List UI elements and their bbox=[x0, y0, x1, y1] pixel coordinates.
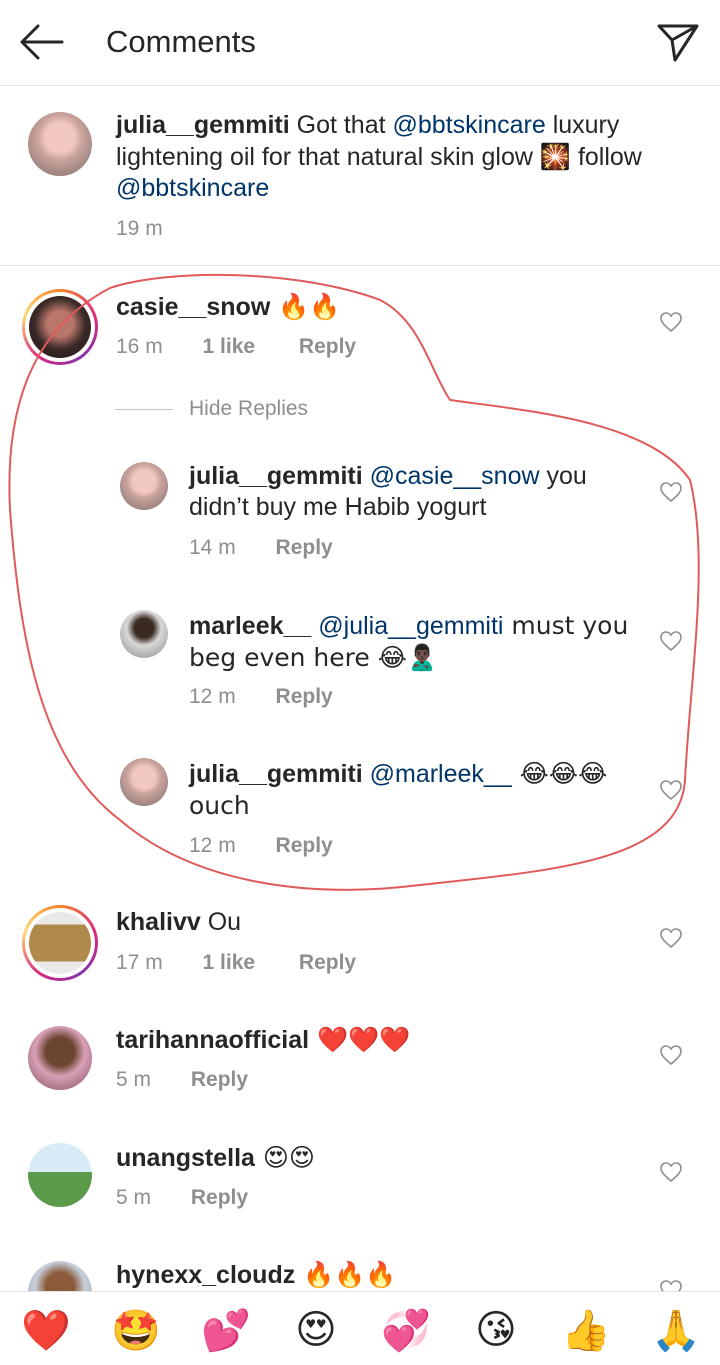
comment-username[interactable]: tarihannaofficial bbox=[116, 1026, 309, 1054]
comment-username[interactable]: unangstella bbox=[116, 1144, 255, 1172]
comment-meta: 5 m Reply bbox=[116, 1186, 249, 1210]
comment-text: tarihannaofficial ❤️❤️❤️ bbox=[116, 1025, 411, 1054]
page-title: Comments bbox=[106, 24, 256, 59]
comment-meta: 16 m 1 like Reply bbox=[116, 335, 357, 359]
avatar bbox=[29, 296, 91, 358]
comment-text: khalivv Ou bbox=[116, 908, 242, 936]
reply-username[interactable]: julia__gemmiti bbox=[189, 760, 363, 788]
top-bar: Comments bbox=[0, 0, 720, 86]
heart-icon[interactable] bbox=[659, 926, 683, 950]
reply-button[interactable]: Reply bbox=[276, 834, 333, 858]
heart-icon[interactable] bbox=[659, 629, 683, 653]
comment-text: hynexx_cloudz 🔥🔥🔥 bbox=[116, 1260, 397, 1289]
avatar[interactable] bbox=[120, 462, 168, 510]
comment-text: casie__snow 🔥🔥 bbox=[116, 292, 341, 321]
avatar[interactable] bbox=[28, 112, 92, 176]
comment-meta: 17 m 1 like Reply bbox=[116, 951, 357, 975]
thumbs-up-emoji-button[interactable]: 👍 bbox=[558, 1302, 614, 1358]
post-caption: julia__gemmiti Got that @bbtskincare lux… bbox=[0, 86, 720, 266]
likes-count[interactable]: 1 like bbox=[203, 951, 256, 975]
caption-text: julia__gemmiti Got that @bbtskincare lux… bbox=[116, 111, 642, 202]
caption-username[interactable]: julia__gemmiti bbox=[116, 111, 290, 139]
direct-send-icon[interactable] bbox=[656, 20, 700, 64]
avatar[interactable] bbox=[120, 610, 168, 658]
avatar[interactable] bbox=[120, 758, 168, 806]
reply-button[interactable]: Reply bbox=[191, 1186, 248, 1210]
comment-username[interactable]: khalivv bbox=[116, 908, 201, 936]
reply-username[interactable]: marleek__ bbox=[189, 612, 311, 640]
caption-time: 19 m bbox=[116, 217, 163, 240]
kissing-face-emoji-button[interactable]: 😘 bbox=[468, 1302, 524, 1358]
comment-text: unangstella 😍😍 bbox=[116, 1143, 315, 1172]
back-arrow-icon[interactable] bbox=[18, 22, 66, 62]
heart-icon[interactable] bbox=[659, 1160, 683, 1184]
comment-username[interactable]: hynexx_cloudz bbox=[116, 1261, 295, 1289]
mention-link[interactable]: @bbtskincare bbox=[116, 174, 269, 202]
story-ring[interactable] bbox=[22, 289, 98, 365]
reply-username[interactable]: julia__gemmiti bbox=[189, 462, 363, 490]
comment-username[interactable]: casie__snow bbox=[116, 293, 270, 321]
reply-text: julia__gemmiti @casie__snow you didn’t b… bbox=[189, 462, 587, 521]
heart-icon[interactable] bbox=[659, 480, 683, 504]
mention-link[interactable]: @marleek__ bbox=[370, 760, 512, 788]
story-ring[interactable] bbox=[22, 905, 98, 981]
likes-count[interactable]: 1 like bbox=[203, 335, 256, 359]
hide-replies-button[interactable]: Hide Replies bbox=[189, 397, 308, 421]
mention-link[interactable]: @julia__gemmiti bbox=[318, 612, 503, 640]
reply-button[interactable]: Reply bbox=[191, 1068, 248, 1092]
reply-meta: 14 m Reply bbox=[189, 536, 333, 560]
avatar bbox=[29, 912, 91, 974]
avatar[interactable] bbox=[28, 1026, 92, 1090]
revolving-hearts-emoji-button[interactable]: 💞 bbox=[378, 1302, 434, 1358]
avatar[interactable] bbox=[28, 1143, 92, 1207]
mention-link[interactable]: @casie__snow bbox=[370, 462, 540, 490]
heart-icon[interactable] bbox=[659, 310, 683, 334]
reply-text: julia__gemmiti @marleek__ 😂😂😂 ouch bbox=[189, 759, 608, 820]
reply-text: marleek__ @julia__gemmiti must you beg e… bbox=[189, 611, 629, 672]
two-hearts-emoji-button[interactable]: 💕 bbox=[198, 1302, 254, 1358]
heart-eyes-emoji-button[interactable]: 😍 bbox=[288, 1302, 344, 1358]
reply-button[interactable]: Reply bbox=[299, 951, 356, 975]
reply-meta: 12 m Reply bbox=[189, 685, 333, 709]
reply-meta: 12 m Reply bbox=[189, 834, 333, 858]
quick-reactions-bar: ❤️ 🤩 💕 😍 💞 😘 👍 🙏 bbox=[0, 1291, 720, 1365]
heart-icon[interactable] bbox=[659, 1043, 683, 1067]
heart-icon[interactable] bbox=[659, 778, 683, 802]
reply-button[interactable]: Reply bbox=[299, 335, 356, 359]
fireworks-emoji: 🎇 bbox=[539, 142, 571, 171]
divider bbox=[115, 409, 173, 410]
reply-button[interactable]: Reply bbox=[276, 536, 333, 560]
reply-button[interactable]: Reply bbox=[276, 685, 333, 709]
comment-meta: 5 m Reply bbox=[116, 1068, 249, 1092]
mention-link[interactable]: @bbtskincare bbox=[393, 111, 546, 139]
star-struck-emoji-button[interactable]: 🤩 bbox=[108, 1302, 164, 1358]
folded-hands-emoji-button[interactable]: 🙏 bbox=[648, 1302, 704, 1358]
red-heart-emoji-button[interactable]: ❤️ bbox=[18, 1302, 74, 1358]
